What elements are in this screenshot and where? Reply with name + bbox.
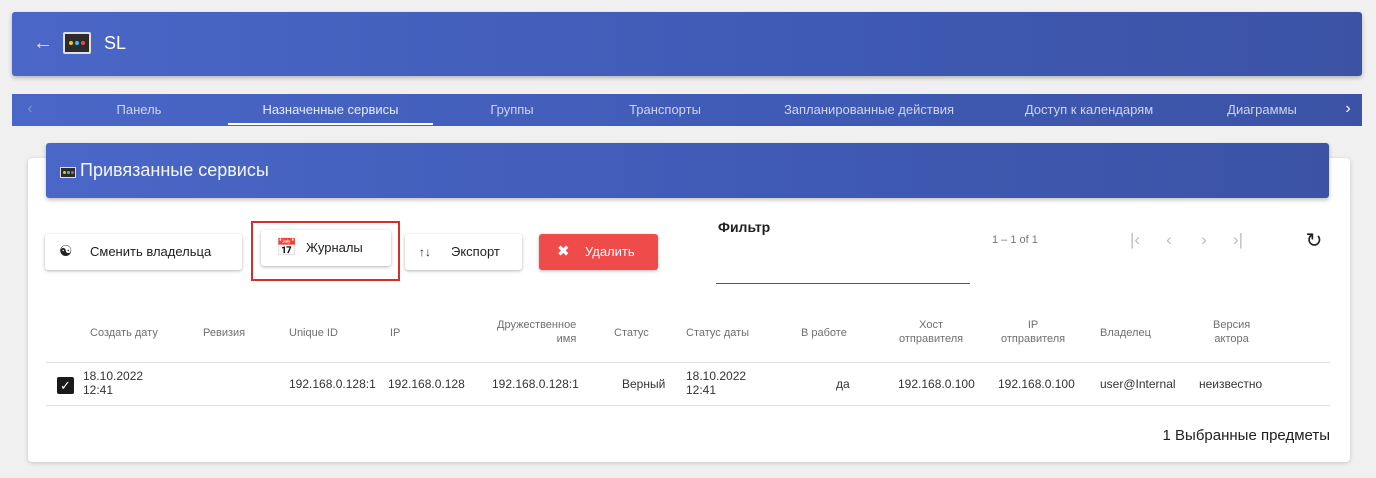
col-revision[interactable]: Ревизия: [203, 326, 245, 340]
prev-page-icon[interactable]: ‹: [1157, 229, 1181, 253]
change-owner-button[interactable]: ☯ Сменить владельца: [45, 234, 242, 270]
delete-label: Удалить: [585, 244, 635, 259]
logs-label: Журналы: [306, 240, 363, 255]
col-actor-version[interactable]: Версия актора: [1213, 318, 1250, 346]
col-status-date[interactable]: Статус даты: [686, 326, 749, 340]
cell-status-date-day: 18.10.2022: [686, 369, 747, 383]
col-ip[interactable]: IP: [390, 326, 400, 340]
col-src-host-line2: отправителя: [899, 333, 964, 345]
col-actor-version-line2: актора: [1214, 333, 1249, 345]
tab-scheduled-actions[interactable]: Запланированные действия: [769, 94, 969, 126]
col-actor-version-line1: Версия: [1213, 319, 1251, 331]
tab-bar: ‹ Панель Назначенные сервисы Группы Тран…: [12, 94, 1362, 126]
card-header: Привязанные сервисы: [46, 143, 1329, 198]
tab-assigned-services[interactable]: Назначенные сервисы: [228, 94, 433, 126]
cell-created-date: 18.10.2022: [83, 369, 144, 383]
col-src-ip-line2: отправителя: [1001, 333, 1066, 345]
service-icon: [60, 167, 76, 178]
cell-actor-version: неизвестно: [1199, 377, 1263, 391]
next-page-icon[interactable]: ›: [1192, 229, 1216, 253]
back-arrow-icon[interactable]: ←: [32, 32, 54, 54]
delete-button[interactable]: ✖ Удалить: [539, 234, 658, 270]
col-friendly-name[interactable]: Дружественное имя: [497, 318, 576, 346]
cell-created-time: 12:41: [83, 383, 114, 397]
col-created-date[interactable]: Создать дату: [90, 326, 158, 340]
tab-scroll-right-icon[interactable]: ›: [1334, 94, 1362, 126]
col-owner[interactable]: Владелец: [1100, 326, 1151, 340]
refresh-icon[interactable]: ↻: [1302, 230, 1326, 254]
cell-status-date-time: 12:41: [686, 383, 717, 397]
tab-transports[interactable]: Транспорты: [610, 94, 720, 126]
change-owner-label: Сменить владельца: [90, 244, 212, 259]
cell-src-host: 192.168.0.100: [898, 377, 975, 391]
export-label: Экспорт: [451, 244, 500, 259]
filter-label: Фильтр: [718, 219, 771, 235]
page-range: 1 – 1 of 1: [992, 234, 1038, 246]
col-friendly-name-line1: Дружественное: [497, 319, 577, 331]
filter-input[interactable]: [716, 246, 970, 280]
export-button[interactable]: ↑↓ Экспорт: [405, 234, 522, 270]
tab-calendar-access[interactable]: Доступ к календарям: [1009, 94, 1169, 126]
header-divider: [46, 362, 1330, 363]
cell-status: Верный: [622, 377, 666, 391]
col-friendly-name-line2: имя: [556, 333, 577, 345]
last-page-icon[interactable]: ›|: [1226, 229, 1250, 253]
selected-items-count: 1 Выбранные предметы: [1162, 427, 1330, 444]
col-status[interactable]: Статус: [614, 326, 649, 340]
sort-arrows-icon: ↑↓: [419, 245, 431, 259]
cell-in-use: да: [836, 377, 850, 391]
tab-groups[interactable]: Группы: [472, 94, 552, 126]
cell-ip: 192.168.0.128: [388, 377, 465, 391]
tab-charts[interactable]: Диаграммы: [1207, 94, 1317, 126]
app-logo-icon: [63, 32, 91, 54]
row-divider: [46, 405, 1330, 406]
paginator: 1 – 1 of 1 |‹ ‹ › ›|: [970, 216, 1290, 268]
app-title: SL: [104, 33, 127, 53]
cell-friendly-name: 192.168.0.128:1: [492, 377, 579, 391]
cell-created: 18.10.2022 12:41: [83, 369, 143, 397]
filter-underline: [716, 283, 970, 284]
calendar-icon: 📅: [276, 238, 298, 257]
cell-status-date: 18.10.2022 12:41: [686, 369, 746, 397]
tab-dashboard[interactable]: Панель: [94, 94, 184, 126]
app-bar: ← SL: [12, 12, 1362, 76]
trash-icon: ✖: [557, 243, 570, 260]
logs-button[interactable]: 📅 Журналы: [261, 230, 391, 266]
card-title: Привязанные сервисы: [80, 160, 269, 180]
col-src-ip-line1: IP: [1027, 319, 1039, 331]
first-page-icon[interactable]: |‹: [1123, 229, 1147, 253]
tab-scroll-left-icon[interactable]: ‹: [16, 94, 44, 126]
cell-src-ip: 192.168.0.100: [998, 377, 1075, 391]
cell-owner: user@Internal: [1100, 377, 1176, 391]
col-unique-id[interactable]: Unique ID: [289, 326, 338, 340]
cell-unique-id: 192.168.0.128:1: [289, 377, 376, 391]
active-tab-indicator: [228, 123, 433, 125]
col-src-ip[interactable]: IP отправителя: [1001, 318, 1065, 346]
row-checkbox[interactable]: ✓: [57, 377, 74, 394]
col-src-host[interactable]: Хост отправителя: [899, 318, 963, 346]
col-src-host-line1: Хост: [919, 319, 943, 331]
person-icon: ☯: [59, 243, 73, 260]
page: ← SL ‹ Панель Назначенные сервисы Группы…: [0, 0, 1376, 478]
col-in-use[interactable]: В работе: [801, 326, 847, 340]
